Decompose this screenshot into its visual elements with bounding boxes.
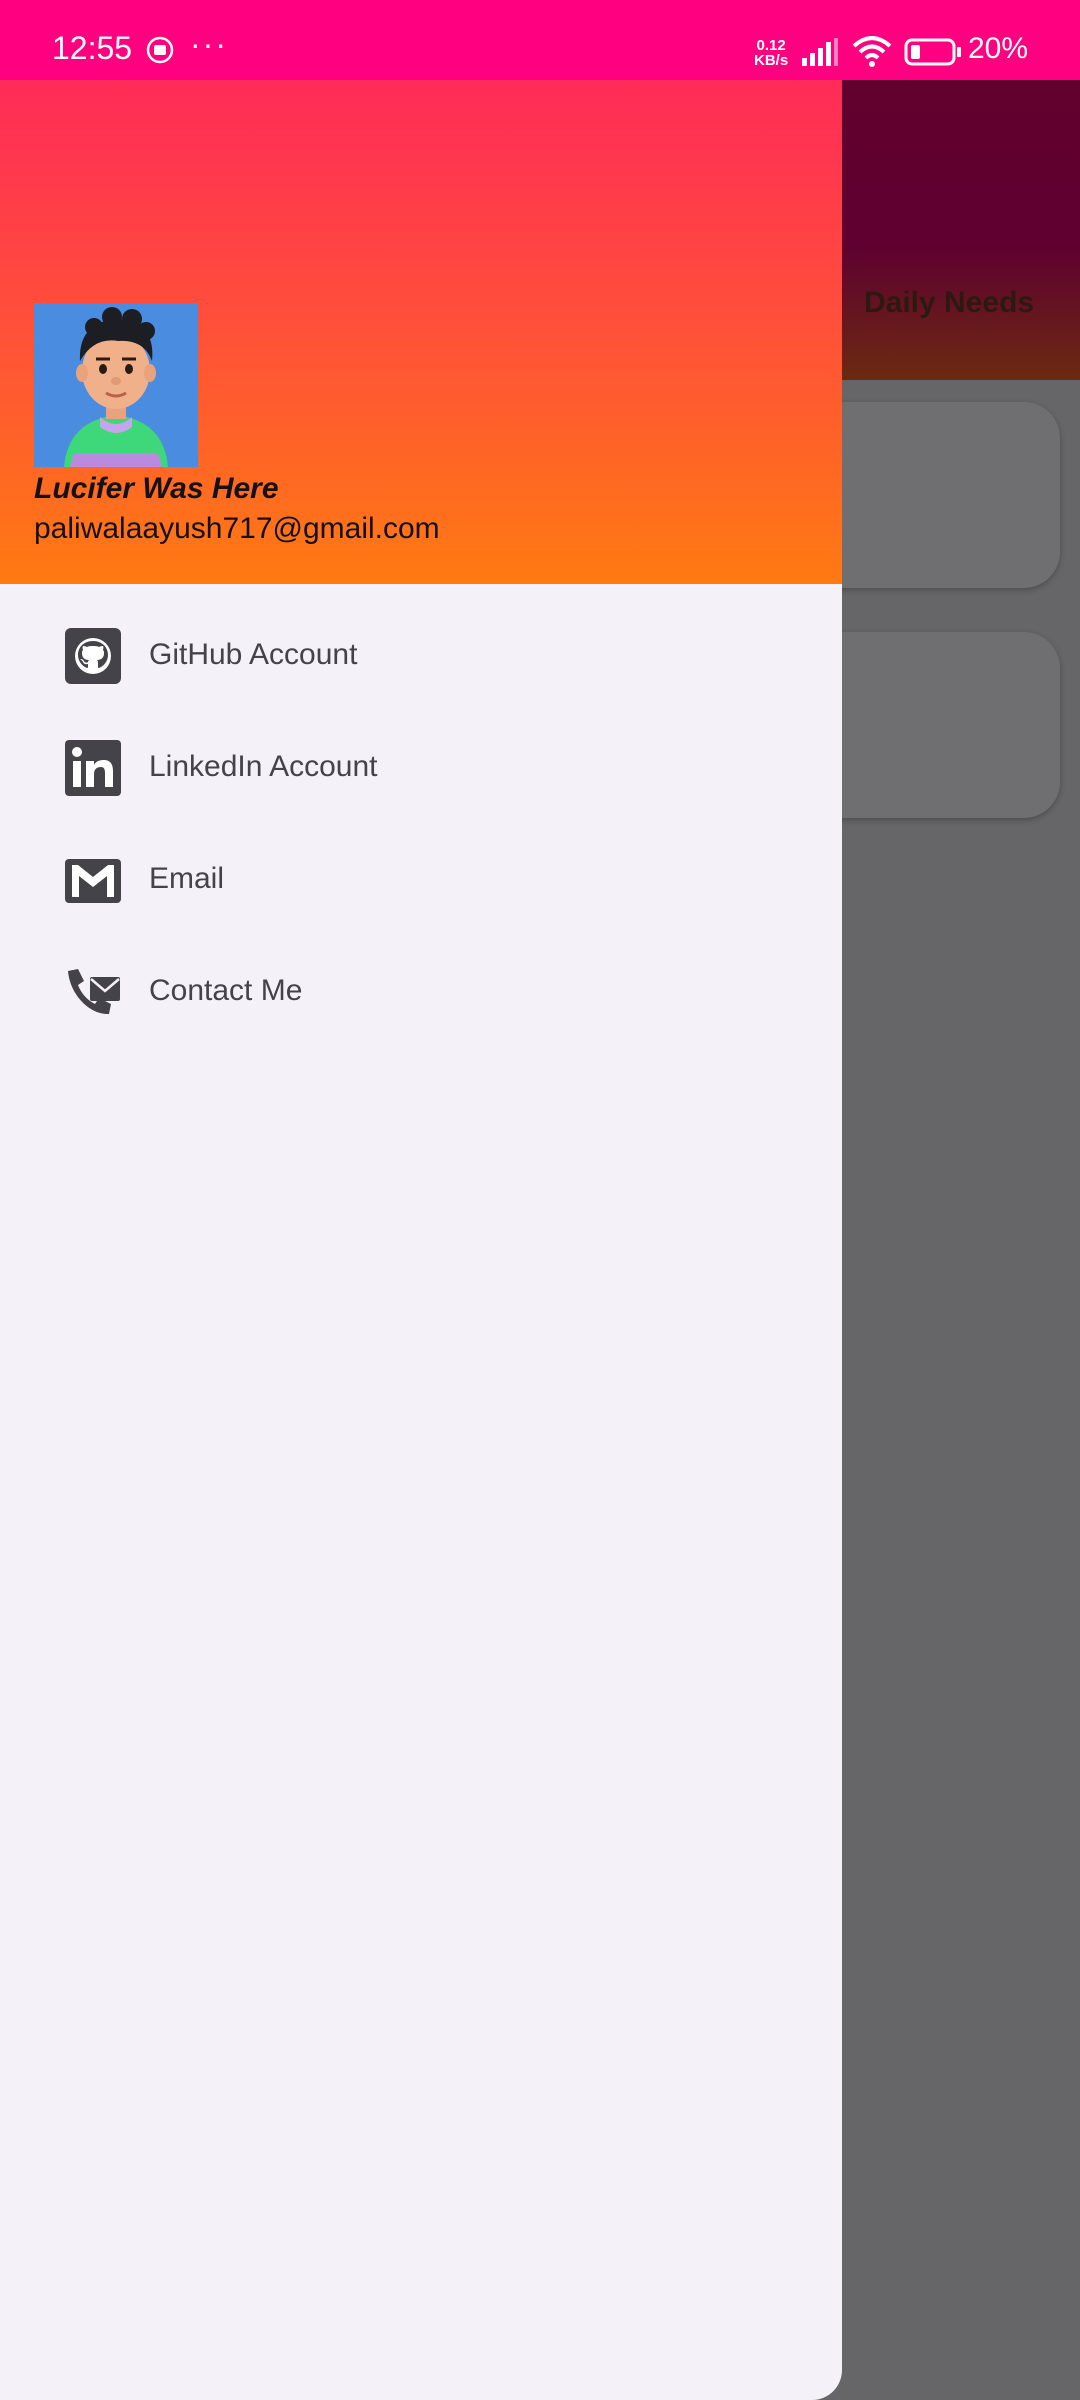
menu-item-linkedin[interactable]: LinkedIn Account (0, 712, 842, 824)
drawer-header: Lucifer Was Here paliwalaayush717@gmail.… (0, 80, 842, 584)
status-time: 12:55 (52, 30, 133, 66)
background-title: Daily Needs (864, 286, 1035, 319)
menu-item-label: Email (149, 862, 225, 895)
drawer-menu: GitHub Account LinkedIn Account Email Co… (0, 600, 842, 1048)
gmail-icon (65, 859, 121, 903)
menu-item-label: LinkedIn Account (149, 750, 378, 783)
github-icon (65, 628, 121, 684)
menu-item-email[interactable]: Email (0, 824, 842, 936)
signal-icon (802, 38, 838, 66)
avatar-illustration (34, 303, 198, 467)
battery-percent: 20% (968, 32, 1029, 65)
network-speed-unit: KB/s (754, 52, 789, 69)
menu-item-github[interactable]: GitHub Account (0, 600, 842, 712)
user-name: Lucifer Was Here (34, 472, 279, 505)
menu-item-label: GitHub Account (149, 638, 358, 671)
avatar (34, 303, 198, 467)
menu-item-contact[interactable]: Contact Me (0, 936, 842, 1048)
linkedin-icon (65, 740, 121, 796)
status-bar: 12:55 ··· 0.12 KB/s 20% (0, 0, 1080, 80)
wifi-icon (852, 36, 892, 67)
status-overflow-icon: ··· (190, 26, 228, 62)
user-email: paliwalaayush717@gmail.com (34, 512, 440, 545)
battery-icon (904, 38, 961, 66)
contact-icon (68, 969, 120, 1015)
network-speed: 0.12 KB/s (754, 38, 788, 68)
network-speed-value: 0.12 (756, 37, 786, 54)
record-icon (146, 36, 174, 64)
menu-item-label: Contact Me (149, 974, 303, 1007)
navigation-drawer: Lucifer Was Here paliwalaayush717@gmail.… (0, 80, 842, 2400)
